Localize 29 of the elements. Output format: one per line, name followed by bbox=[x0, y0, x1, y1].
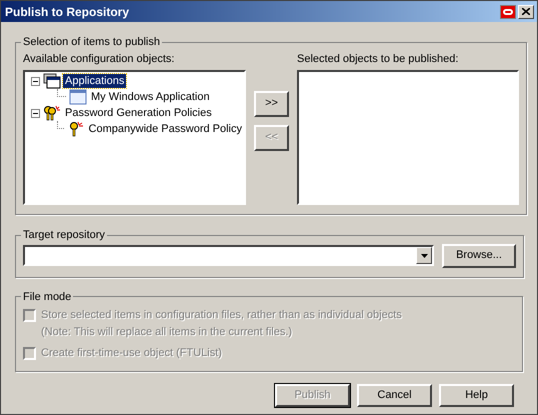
tree-view[interactable]: Applications My Windows Application Password Generation Policies Companywide Password Policy bbox=[23, 70, 246, 205]
dialog-button[interactable]: Help bbox=[439, 384, 514, 406]
keys-icon bbox=[43, 105, 61, 121]
dropdown-arrow-icon bbox=[420, 254, 428, 258]
list-label: Selected objects to be published: bbox=[297, 52, 460, 66]
group-title: Selection of items to publish bbox=[23, 36, 160, 48]
windows-icon bbox=[43, 73, 61, 89]
minus-icon bbox=[33, 80, 38, 82]
group-title: Target repository bbox=[23, 229, 105, 241]
minus-icon bbox=[33, 112, 38, 114]
repository-combo-box[interactable] bbox=[23, 245, 434, 266]
close-button[interactable] bbox=[518, 4, 534, 18]
tree-item[interactable]: Applications bbox=[63, 74, 126, 88]
tree-item[interactable]: Companywide Password Policy bbox=[86, 122, 244, 136]
tree-item[interactable]: Password Generation Policies bbox=[63, 106, 214, 120]
collapse-toggle[interactable] bbox=[31, 76, 40, 86]
add-button[interactable]: >> bbox=[254, 90, 289, 116]
tree-item[interactable]: My Windows Application bbox=[89, 90, 212, 104]
window-title: Publish to Repository bbox=[5, 4, 130, 20]
close-icon bbox=[522, 8, 530, 15]
selected-list[interactable] bbox=[297, 70, 519, 205]
logo-icon[interactable] bbox=[500, 4, 516, 18]
browse-button[interactable]: Browse... bbox=[442, 244, 516, 268]
group-title: File mode bbox=[23, 290, 72, 302]
dialog-button[interactable]: Cancel bbox=[357, 384, 432, 406]
window-icon bbox=[69, 89, 87, 105]
list-label: Available configuration objects: bbox=[23, 52, 176, 66]
collapse-toggle[interactable] bbox=[31, 108, 40, 118]
note-text: (Note: This will replace all items in the current files.) bbox=[41, 324, 294, 340]
